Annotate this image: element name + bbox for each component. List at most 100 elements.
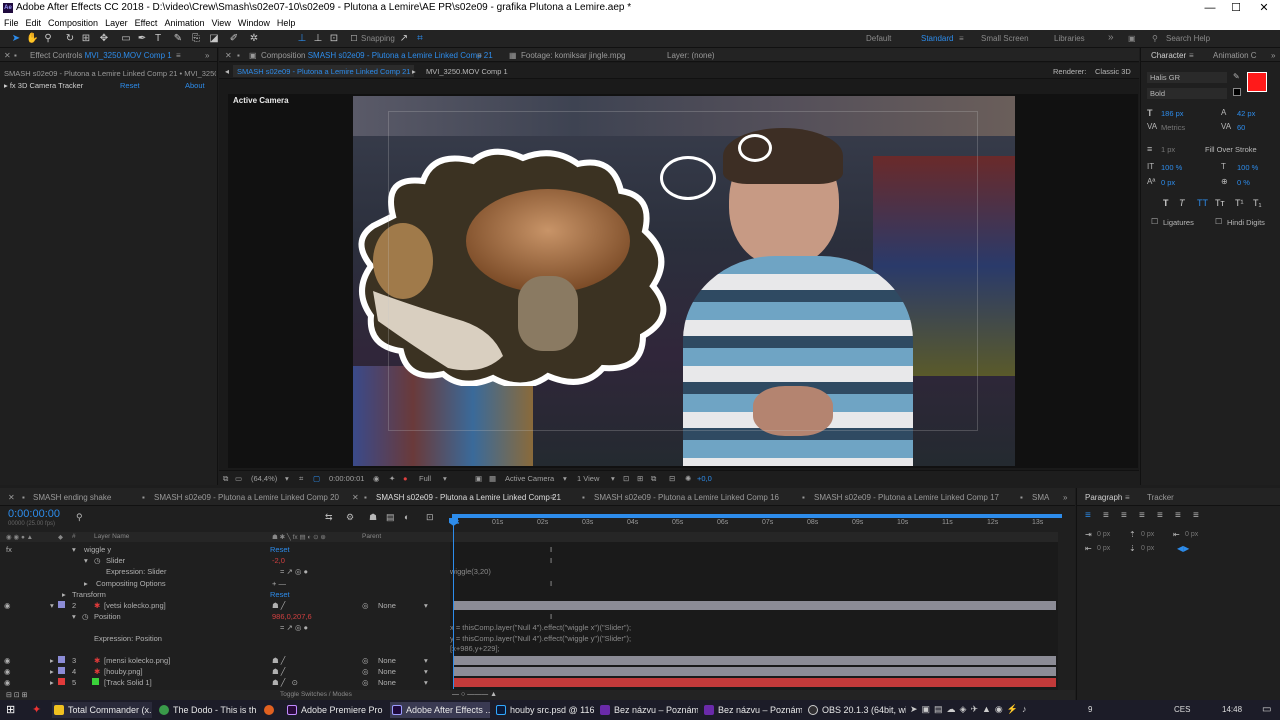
menu-file[interactable]: File [0, 16, 22, 28]
close-button[interactable]: ✕ [1250, 0, 1278, 16]
expand-triangle-icon[interactable]: ▸ [50, 667, 54, 676]
video-frame[interactable] [353, 96, 1015, 466]
font-family-dropdown[interactable]: Halis GR [1147, 72, 1227, 83]
timeline-tab-comp-21[interactable]: SMASH s02e09 - Plutona a Lemire Linked C… [376, 493, 561, 502]
close-tab-icon[interactable]: ✕ [4, 51, 11, 60]
font-style-dropdown[interactable]: Bold [1147, 88, 1227, 99]
indent-right-value[interactable]: 0 px [1185, 531, 1198, 538]
search-help-input[interactable]: Search Help [1166, 34, 1210, 43]
layer-switches-icons[interactable]: ☗ ╱ ⊙ [272, 678, 298, 687]
comp-mini-flowchart-icon[interactable]: ⇆ [325, 512, 333, 523]
eyedropper-icon[interactable]: ✎ [1233, 72, 1240, 81]
work-area-bar[interactable] [452, 514, 1062, 518]
mask-toggle-icon[interactable]: ▢ [313, 474, 320, 483]
draft-3d-icon[interactable]: ⚙ [346, 512, 354, 523]
space-after-value[interactable]: 0 px [1141, 545, 1154, 552]
row-wiggle-y[interactable]: fx ▾ wiggle y Reset I [0, 544, 1058, 555]
zoom-dropdown-icon[interactable]: ▾ [285, 474, 289, 483]
first-line-indent-value[interactable]: 0 px [1097, 545, 1110, 552]
stopwatch-icon[interactable]: ◷ [82, 612, 89, 621]
parent-dropdown[interactable]: None [378, 601, 396, 610]
panel-menu-icon[interactable]: ≡ [477, 51, 482, 60]
menu-view[interactable]: View [207, 16, 233, 28]
row-transform[interactable]: ▸ Transform Reset [0, 589, 1058, 600]
character-tab[interactable]: Character [1151, 51, 1186, 60]
panel-menu-icon[interactable]: ≡ [1125, 493, 1130, 502]
expand-triangle-icon[interactable]: ▸ [84, 579, 88, 588]
fast-preview-icon[interactable]: ⊞ [637, 474, 643, 483]
snapping-label[interactable]: Snapping [361, 34, 395, 43]
justify-all-icon[interactable]: ≡ [1193, 510, 1199, 521]
roto-brush-tool-icon[interactable]: ✐ [228, 33, 240, 45]
visibility-eye-icon[interactable]: ◉ [4, 656, 11, 665]
puppet-tool-icon[interactable]: ✲ [248, 33, 260, 45]
playhead-line[interactable] [453, 519, 454, 689]
expand-triangle-icon[interactable]: ▸ [50, 678, 54, 687]
expand-triangle-icon[interactable]: ▾ [72, 612, 76, 621]
layer-bar-4[interactable] [453, 667, 1056, 676]
footage-tab[interactable]: Footage: komiksar jingle.mpg [521, 51, 626, 60]
faux-bold-button[interactable]: T [1163, 198, 1169, 208]
visibility-eye-icon[interactable]: ◉ [4, 667, 11, 676]
font-size-value[interactable]: 186 px [1161, 109, 1184, 118]
menu-layer[interactable]: Layer [101, 16, 131, 28]
frame-blending-icon[interactable]: ▤ [386, 512, 395, 523]
taskbar-browser[interactable] [262, 702, 280, 718]
panel-toggle-icon[interactable]: ▣ [1128, 34, 1136, 43]
monitor-icon[interactable]: ▭ [235, 474, 242, 483]
resolution-dropdown-icon[interactable]: ▾ [443, 474, 447, 483]
row-slider[interactable]: ▾ ◷ Slider -2,0 I [0, 555, 1058, 566]
taskbar-after-effects[interactable]: Adobe After Effects ... [390, 702, 490, 718]
workspace-default[interactable]: Default [866, 34, 891, 43]
timeline-timecode[interactable]: 0:00:00:00 [8, 508, 60, 520]
zoom-tool-icon[interactable]: ⚲ [42, 33, 54, 45]
row-position[interactable]: ▾ ◷ Position 986,0,207,6 I [0, 611, 1058, 622]
stroke-mode-dropdown[interactable]: Fill Over Stroke [1205, 145, 1257, 154]
taskbar-notepad-1[interactable]: Bez názvu – Poznám... [598, 702, 698, 718]
expand-triangle-icon[interactable]: ▾ [50, 601, 54, 610]
layer-bar-5[interactable] [453, 678, 1056, 687]
camera-view-dropdown[interactable]: Active Camera [505, 474, 554, 483]
subtab-comp-21[interactable]: SMASH s02e09 - Plutona a Lemire Linked C… [233, 65, 415, 77]
timeline-tab-comp-20[interactable]: SMASH s02e09 - Plutona a Lemire Linked C… [154, 493, 339, 502]
label-color-swatch[interactable] [58, 678, 65, 685]
parent-dropdown[interactable]: None [378, 678, 396, 687]
effect-controls-tab[interactable]: Effect Controls MVI_3250.MOV Comp 1 [30, 51, 172, 60]
flowchart-arrow-icon[interactable]: ◂ [225, 67, 229, 76]
comp-flowchart-icon[interactable]: ⊟ [669, 474, 675, 483]
expand-triangle-icon[interactable]: ▸ fx [4, 81, 18, 90]
snap-grid-icon[interactable]: ⌗ [414, 33, 426, 45]
timeline-tab-comp-16[interactable]: SMASH s02e09 - Plutona a Lemire Linked C… [594, 493, 779, 502]
color-channel-icon[interactable]: ● [403, 474, 408, 483]
expression-line-2[interactable]: y = thisComp.layer("Null 4").effect("wig… [450, 634, 631, 643]
local-axis-icon[interactable]: ⊥ [296, 33, 308, 45]
zoom-level[interactable]: (64,4%) [251, 474, 277, 483]
clock[interactable]: 14:48 [1222, 705, 1242, 714]
always-preview-icon[interactable]: ⧉ [223, 474, 228, 484]
slider-value[interactable]: -2,0 [272, 556, 285, 565]
row-compositing-options[interactable]: ▸ Compositing Options + — I [0, 578, 1058, 589]
parent-dropdown[interactable]: None [378, 667, 396, 676]
timeline-tab-comp-17[interactable]: SMASH s02e09 - Plutona a Lemire Linked C… [814, 493, 999, 502]
timeline-search-icon[interactable]: ⚲ [76, 512, 83, 523]
position-value[interactable]: 986,0,207,6 [272, 612, 312, 621]
taskbar-chrome-dodo[interactable]: The Dodo - This is th... [157, 702, 257, 718]
pan-behind-tool-icon[interactable]: ✥ [98, 33, 110, 45]
tracking-value[interactable]: 60 [1237, 123, 1245, 132]
all-caps-button[interactable]: TT [1197, 198, 1208, 208]
layer-name[interactable]: [vetsi kolecko.png] [104, 601, 166, 610]
parent-dropdown[interactable]: None [378, 656, 396, 665]
eraser-tool-icon[interactable]: ◪ [208, 33, 220, 45]
faux-italic-button[interactable]: T [1179, 198, 1185, 208]
view-layout-dropdown-icon[interactable]: ▾ [611, 474, 615, 483]
menu-effect[interactable]: Effect [131, 16, 161, 28]
baseline-shift-value[interactable]: 0 px [1161, 178, 1175, 187]
show-snapshot-icon[interactable]: ✦ [389, 474, 395, 483]
small-caps-button[interactable]: Tт [1215, 198, 1225, 208]
close-tab-icon[interactable]: ✕ [352, 493, 359, 502]
panel-menu-icon[interactable]: ≡ [1189, 51, 1194, 60]
menu-window[interactable]: Window [234, 16, 273, 28]
snapshot-icon[interactable]: ◉ [373, 474, 380, 483]
maximize-button[interactable]: ☐ [1222, 0, 1250, 16]
label-color-swatch[interactable] [58, 667, 65, 674]
